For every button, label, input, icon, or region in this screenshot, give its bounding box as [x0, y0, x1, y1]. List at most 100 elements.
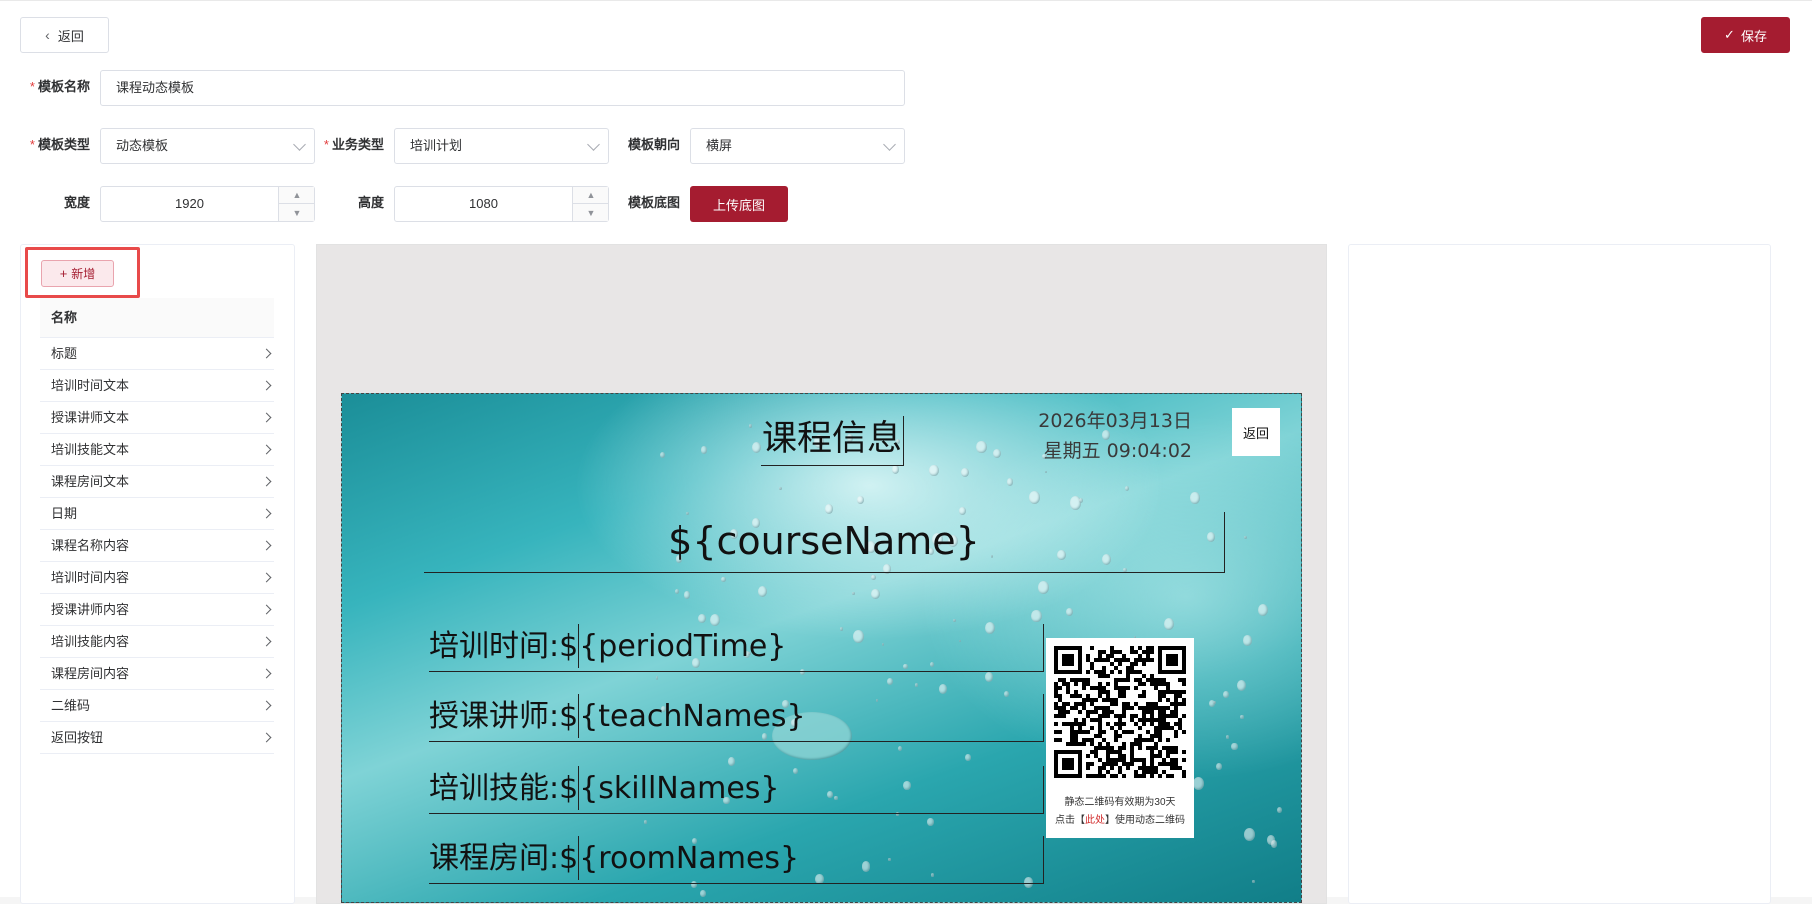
bubble-decoration — [1037, 580, 1049, 594]
list-item[interactable]: 授课讲师内容 — [40, 594, 274, 626]
bubble-decoration — [1231, 742, 1238, 751]
chevron-right-icon — [261, 732, 272, 743]
poster-course-name[interactable]: ${courseName} — [424, 512, 1225, 573]
list-item[interactable]: 二维码 — [40, 690, 274, 722]
properties-panel — [1348, 244, 1771, 904]
template-type-select[interactable]: 动态模板 — [100, 128, 315, 164]
poster-row-period[interactable]: 培训时间:${periodTime} — [429, 624, 1044, 672]
qr-caption-pre: 点击【 — [1055, 815, 1085, 826]
chevron-right-icon — [261, 380, 272, 391]
back-button[interactable]: ‹ 返回 — [20, 17, 109, 53]
poster-row-teacher[interactable]: 授课讲师:${teachNames} — [429, 694, 1044, 742]
poster-date[interactable]: 2026年03月13日 星期五 09:04:02 — [1032, 406, 1192, 466]
list-item-label: 返回按钮 — [51, 730, 104, 745]
list-item-label: 标题 — [51, 346, 78, 361]
plus-icon: + — [59, 266, 68, 281]
height-input[interactable]: 1080 ▲ ▼ — [394, 186, 609, 222]
add-element-button[interactable]: + 新增 — [41, 260, 114, 287]
poster-date-line: 2026年03月13日 — [1038, 410, 1192, 432]
business-type-value: 培训计划 — [410, 138, 463, 153]
width-label-text: 宽度 — [63, 195, 90, 210]
list-item[interactable]: 课程房间文本 — [40, 466, 274, 498]
list-item-label: 课程房间文本 — [51, 474, 130, 489]
template-name-input[interactable]: 课程动态模板 — [100, 70, 905, 106]
poster-row-skill[interactable]: 培训技能:${skillNames} — [429, 766, 1044, 814]
bubble-decoration — [1029, 491, 1040, 505]
template-type-value: 动态模板 — [116, 138, 169, 153]
chevron-right-icon — [261, 412, 272, 423]
bubble-decoration — [1006, 478, 1013, 486]
bubble-decoration — [1277, 806, 1283, 813]
poster-back-button[interactable]: 返回 — [1232, 408, 1280, 456]
list-item[interactable]: 返回按钮 — [40, 722, 274, 754]
list-item[interactable]: 培训时间文本 — [40, 370, 274, 402]
qr-dynamic-link[interactable]: 此处 — [1085, 815, 1105, 826]
template-type-label-text: 模板类型 — [37, 137, 90, 152]
bubble-decoration — [852, 592, 855, 595]
list-item[interactable]: 授课讲师文本 — [40, 402, 274, 434]
chevron-right-icon — [261, 540, 272, 551]
orientation-select[interactable]: 横屏 — [690, 128, 905, 164]
list-item[interactable]: 课程名称内容 — [40, 530, 274, 562]
poster-row-label: 授课讲师:$ — [429, 699, 579, 734]
list-item[interactable]: 日期 — [40, 498, 274, 530]
template-name-value: 课程动态模板 — [116, 80, 195, 95]
bubble-decoration — [1240, 715, 1244, 720]
poster-title[interactable]: 课程信息 — [761, 416, 904, 466]
bubble-decoration — [993, 448, 1001, 458]
bubble-decoration — [700, 889, 707, 897]
bubble-decoration — [778, 486, 782, 491]
orientation-value: 横屏 — [706, 138, 733, 153]
bubble-decoration — [976, 440, 987, 454]
list-item-label: 日期 — [51, 506, 78, 521]
chevron-right-icon — [261, 348, 272, 359]
bubble-decoration — [897, 746, 902, 752]
poster-row-room[interactable]: 课程房间:${roomNames} — [429, 836, 1044, 884]
poster-qr-code[interactable]: 静态二维码有效期为30天 点击【此处】使用动态二维码 — [1046, 638, 1194, 838]
list-item-label: 授课讲师内容 — [51, 602, 130, 617]
qr-caption-line2: 点击【此处】使用动态二维码 — [1046, 812, 1194, 830]
back-button-label: 返回 — [57, 28, 84, 44]
list-item[interactable]: 培训技能内容 — [40, 626, 274, 658]
chevron-right-icon — [261, 636, 272, 647]
list-item[interactable]: 标题 — [40, 338, 274, 370]
bubble-decoration — [1252, 879, 1255, 883]
bubble-decoration — [643, 819, 648, 824]
qr-caption-post: 】使用动态二维码 — [1105, 815, 1185, 826]
save-button[interactable]: ✓ 保存 — [1701, 17, 1790, 53]
poster-time-line: 星期五 09:04:02 — [1043, 440, 1192, 462]
poster-row-label: 培训技能:$ — [429, 771, 579, 806]
bubble-decoration — [751, 441, 762, 453]
list-item-label: 授课讲师文本 — [51, 410, 130, 425]
width-input[interactable]: 1920 ▲ ▼ — [100, 186, 315, 222]
bubble-decoration — [748, 424, 753, 429]
template-poster[interactable]: 课程信息 2026年03月13日 星期五 09:04:02 返回 ${cours… — [341, 393, 1302, 903]
bubble-decoration — [938, 684, 948, 695]
orientation-label: 模板朝向 — [612, 128, 680, 162]
required-mark: * — [29, 137, 35, 152]
upload-background-button[interactable]: 上传底图 — [690, 186, 788, 222]
chevron-right-icon — [261, 508, 272, 519]
height-stepper[interactable]: ▲ ▼ — [572, 187, 609, 221]
list-item-label: 二维码 — [51, 698, 91, 713]
width-stepper[interactable]: ▲ ▼ — [278, 187, 315, 221]
bubble-decoration — [683, 591, 691, 599]
qr-caption: 静态二维码有效期为30天 点击【此处】使用动态二维码 — [1046, 794, 1194, 830]
width-value: 1920 — [175, 196, 204, 211]
decrement-icon[interactable]: ▼ — [573, 204, 609, 221]
bubble-decoration — [871, 574, 876, 581]
business-type-select[interactable]: 培训计划 — [394, 128, 609, 164]
list-item[interactable]: 培训技能文本 — [40, 434, 274, 466]
bubble-decoration — [1258, 603, 1269, 616]
decrement-icon[interactable]: ▼ — [279, 204, 315, 221]
poster-row-value: {roomNames} — [579, 841, 800, 876]
chevron-right-icon — [261, 444, 272, 455]
list-item[interactable]: 培训时间内容 — [40, 562, 274, 594]
poster-row-value: {periodTime} — [579, 629, 787, 664]
list-item-label: 课程房间内容 — [51, 666, 130, 681]
required-mark: * — [29, 79, 35, 94]
list-item[interactable]: 课程房间内容 — [40, 658, 274, 690]
bubble-decoration — [1193, 776, 1205, 791]
bubble-decoration — [914, 682, 919, 688]
bubble-decoration — [721, 577, 726, 583]
